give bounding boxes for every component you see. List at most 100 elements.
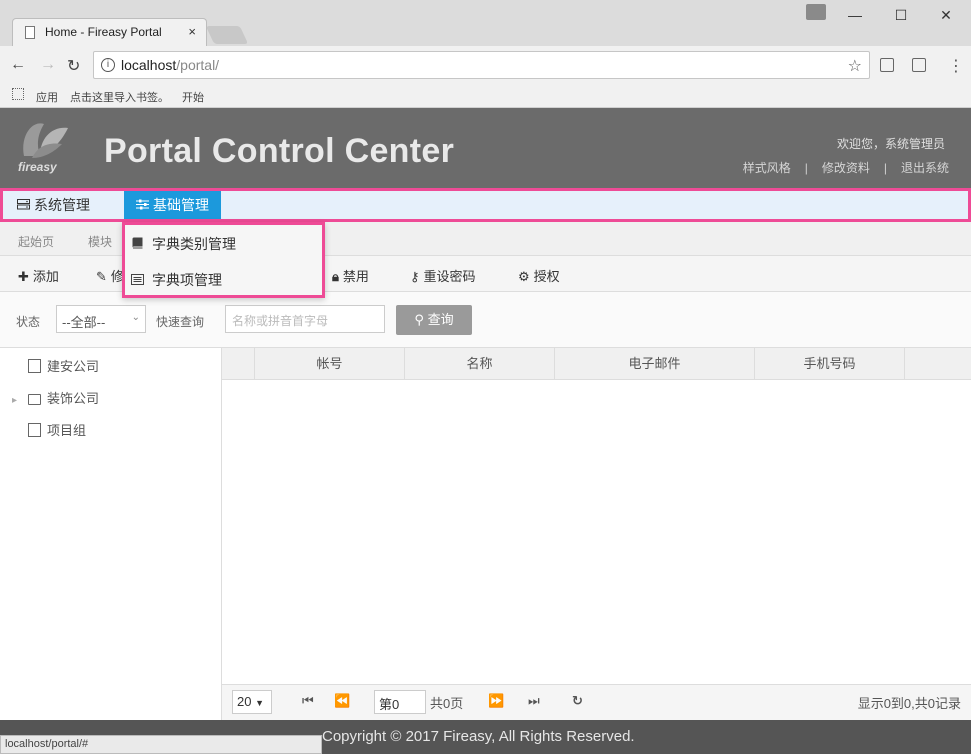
style-link[interactable]: 样式风格	[743, 161, 791, 175]
row-number-header	[222, 348, 254, 380]
column-header-email[interactable]: 电子邮件	[554, 348, 754, 380]
copyright-text: Copyright © 2017 Fireasy, All Rights Res…	[322, 728, 635, 745]
tab-strip: Home - Fireasy Portal × — ☐ ✕	[0, 0, 971, 46]
column-header-filler	[904, 348, 971, 380]
browser-tab[interactable]: Home - Fireasy Portal ×	[12, 18, 207, 46]
list-icon	[131, 267, 144, 293]
add-button[interactable]: ✚ 添加	[18, 266, 59, 285]
tree-node-label: 项目组	[47, 423, 87, 438]
extension-icon-2[interactable]	[912, 58, 926, 72]
dropdown-item-label: 字典类别管理	[152, 236, 236, 252]
dropdown-item-dict-category[interactable]: 字典类别管理	[131, 231, 236, 257]
chevron-down-icon: ⌄	[131, 312, 140, 323]
plus-icon: ✚	[18, 269, 29, 284]
caret-down-icon: ▼	[255, 698, 265, 708]
menu-basic-label: 基础管理	[153, 197, 209, 213]
first-page-icon[interactable]: ⏮	[302, 693, 314, 709]
data-grid: 帐号 名称 电子邮件 手机号码	[222, 348, 971, 684]
page-prefix: 第	[379, 697, 393, 712]
gear-icon: ⚙	[518, 269, 530, 284]
column-header-phone[interactable]: 手机号码	[754, 348, 904, 380]
link-separator: |	[804, 161, 808, 175]
page-size-select[interactable]: 20 ▼	[232, 690, 272, 714]
header-links: 样式风格 | 修改资料 | 退出系统	[743, 159, 949, 176]
bookmark-apps[interactable]: 应用	[36, 89, 58, 105]
tab-title: Home - Fireasy Portal	[45, 25, 162, 39]
tab-close-icon[interactable]: ×	[188, 24, 196, 39]
main-menu-bar: 系统管理 基础管理	[0, 188, 971, 222]
next-page-icon[interactable]: ⏩	[488, 693, 504, 709]
menu-basic-management[interactable]: 基础管理	[124, 191, 221, 219]
authorize-button[interactable]: ⚙ 授权	[518, 266, 560, 285]
info-icon[interactable]: i	[101, 58, 115, 72]
tree-node-label: 建安公司	[47, 359, 100, 374]
bookmark-star-icon[interactable]: ☆	[848, 56, 862, 76]
status-select[interactable]: --全部-- ⌄	[56, 305, 146, 333]
expand-arrow-icon[interactable]: ▸	[12, 395, 28, 406]
status-label: 状态	[16, 315, 41, 329]
breadcrumb-current[interactable]: 模块	[88, 233, 112, 250]
pager-summary: 显示0到0,共0记录	[857, 696, 961, 711]
status-value: --全部--	[62, 315, 106, 330]
dropdown-item-dict-items[interactable]: 字典项管理	[131, 267, 222, 293]
search-icon: ⚲	[414, 312, 428, 327]
minimize-button[interactable]: —	[839, 4, 871, 26]
browser-menu-icon[interactable]: ⋮	[948, 56, 964, 76]
refresh-icon[interactable]: ↻	[572, 693, 583, 709]
column-header-account[interactable]: 帐号	[254, 348, 404, 380]
edit-button[interactable]: ✎ 修	[96, 266, 124, 285]
disable-label: 禁用	[342, 269, 369, 284]
bookmarks-bar: 应用 点击这里导入书签。 开始	[0, 84, 971, 108]
logout-link[interactable]: 退出系统	[901, 161, 949, 175]
last-page-icon[interactable]: ⏭	[528, 693, 540, 709]
page-number-input[interactable]: 第0	[374, 690, 426, 714]
fireasy-logo-icon	[23, 123, 68, 158]
key-icon: ⚷	[410, 269, 420, 284]
column-header-name[interactable]: 名称	[404, 348, 554, 380]
browser-toolbar: ← → ↻ i localhost/portal/ ☆ ⋮	[0, 46, 971, 84]
book-icon	[131, 231, 144, 257]
file-icon	[28, 423, 41, 437]
tree-node[interactable]: 项目组	[12, 420, 86, 439]
forward-arrow-icon[interactable]: →	[40, 56, 56, 74]
lock-icon: 🔒︎	[332, 269, 339, 284]
close-window-button[interactable]: ✕	[930, 4, 962, 26]
link-separator: |	[883, 161, 887, 175]
disable-button[interactable]: 🔒︎ 禁用	[332, 266, 369, 285]
folder-icon	[28, 394, 41, 405]
pencil-icon: ✎	[96, 269, 107, 284]
browser-chrome: Home - Fireasy Portal × — ☐ ✕ ← → ↻ i lo…	[0, 0, 971, 108]
url-text[interactable]: localhost/portal/	[121, 57, 219, 73]
edit-profile-link[interactable]: 修改资料	[822, 161, 870, 175]
pager: 20 ▼ ⏮ ⏪ 第0 共0页 ⏩ ⏭ ↻ 显示0到0,共0记录	[222, 684, 971, 720]
bookmark-start[interactable]: 开始	[182, 89, 204, 105]
reload-icon[interactable]: ↻	[67, 56, 80, 76]
extension-icon[interactable]	[880, 58, 894, 72]
maximize-button[interactable]: ☐	[885, 4, 917, 26]
page-size-value: 20	[237, 694, 252, 709]
sliders-icon	[136, 191, 149, 219]
portal-header: fireasy Portal Control Center 欢迎您，系统管理员 …	[0, 108, 971, 188]
new-tab-button[interactable]	[205, 26, 249, 44]
quick-query-input[interactable]: 名称或拼音首字母	[225, 305, 385, 333]
menu-system-management[interactable]: 系统管理	[5, 191, 102, 219]
prev-page-icon[interactable]: ⏪	[334, 693, 350, 709]
add-label: 添加	[32, 269, 59, 284]
reset-password-button[interactable]: ⚷ 重设密码	[410, 266, 476, 285]
search-button[interactable]: ⚲ 查询	[396, 305, 472, 335]
filter-bar: 状态 --全部-- ⌄ 快速查询 名称或拼音首字母 ⚲ 查询	[0, 292, 971, 348]
breadcrumb-home[interactable]: 起始页	[18, 233, 54, 250]
tree-node[interactable]: 建安公司	[12, 356, 99, 375]
dropdown-item-label: 字典项管理	[152, 272, 222, 288]
reset-password-label: 重设密码	[423, 269, 476, 284]
total-pages-text: 共0页	[430, 696, 464, 711]
address-bar[interactable]: i localhost/portal/ ☆	[93, 51, 870, 79]
quick-query-label: 快速查询	[156, 315, 205, 329]
site-title: Portal Control Center	[104, 132, 455, 170]
back-arrow-icon[interactable]: ←	[10, 56, 26, 74]
server-icon	[17, 191, 30, 219]
bookmark-import-hint[interactable]: 点击这里导入书签。	[70, 89, 169, 105]
apps-grid-icon[interactable]	[12, 88, 24, 100]
profile-icon[interactable]	[806, 4, 826, 20]
tree-node[interactable]: ▸ 装饰公司	[12, 388, 99, 407]
